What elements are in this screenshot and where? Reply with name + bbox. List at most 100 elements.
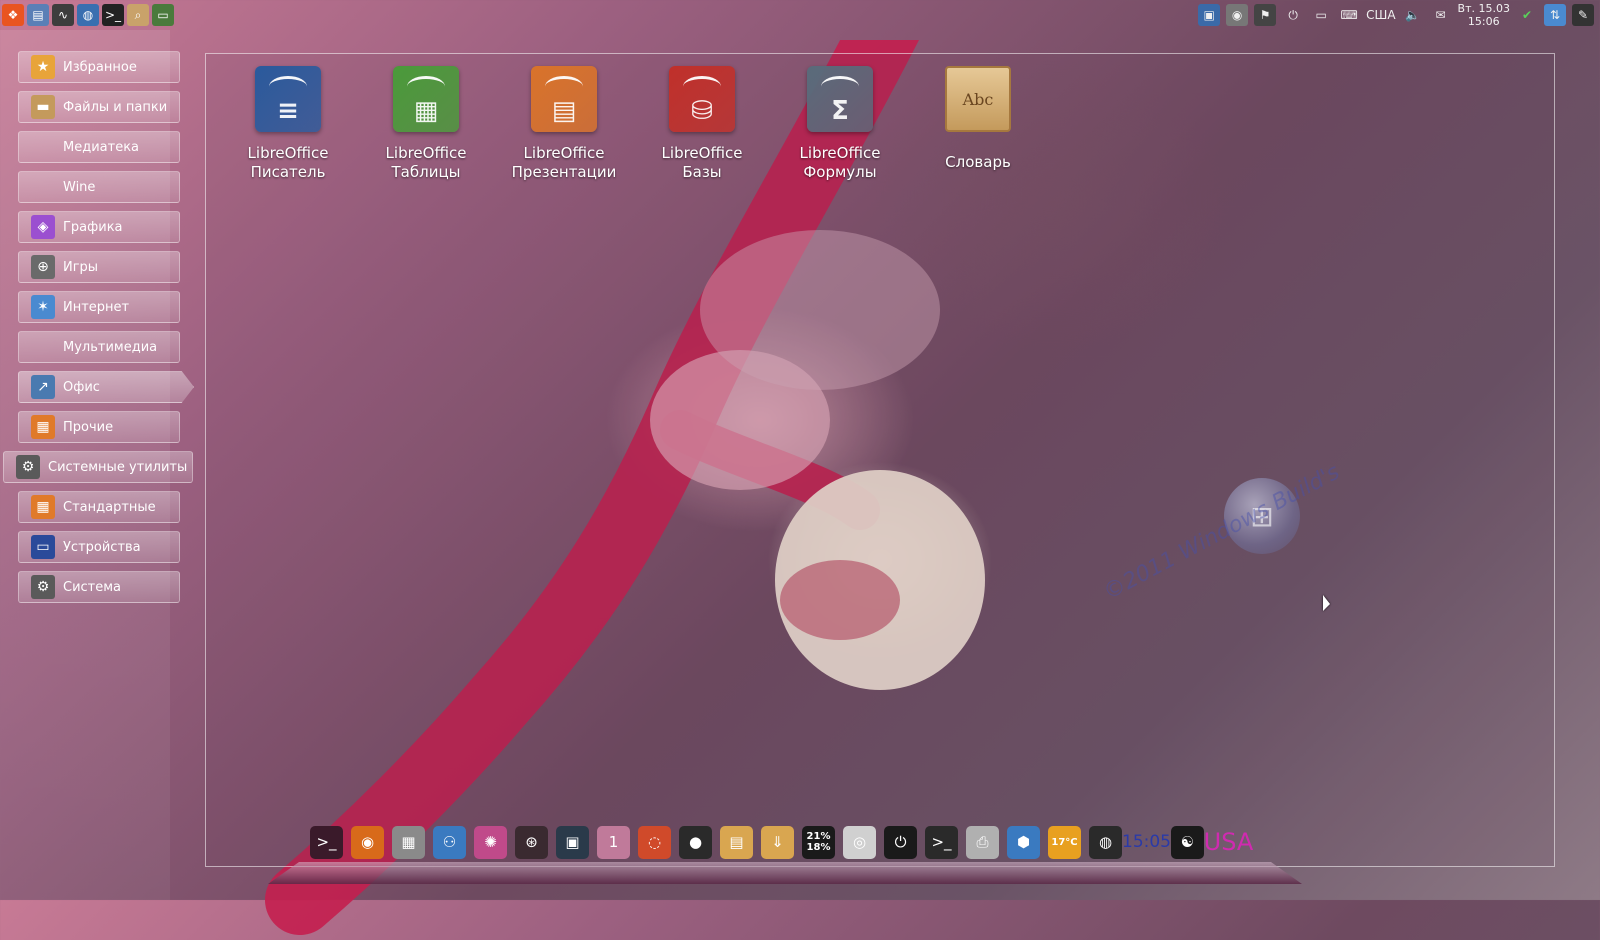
category-item[interactable]: ⚙ Система xyxy=(18,571,180,603)
color-wheel-icon[interactable]: ✺ xyxy=(474,825,507,859)
app-label-line2: Презентации xyxy=(511,163,617,181)
app-launcher[interactable]: Σ LibreOffice Формулы xyxy=(770,66,910,182)
printer-icon[interactable]: ⎙ xyxy=(966,825,999,859)
app-label: Словарь xyxy=(945,153,1011,171)
app-label: LibreOffice Базы xyxy=(632,144,772,182)
calculator-icon[interactable]: ▦ xyxy=(392,825,425,859)
power-icon[interactable]: ⏻ xyxy=(884,825,917,859)
keyboard-icon[interactable]: ⌨ xyxy=(1338,4,1360,26)
app-launcher[interactable]: Abc Словарь xyxy=(908,66,1048,172)
disc-icon[interactable]: ◎ xyxy=(843,825,876,859)
digital-clock-icon[interactable]: 15:05 xyxy=(1122,826,1171,859)
webcam-icon[interactable]: ◉ xyxy=(1226,4,1249,26)
category-label: Wine xyxy=(63,179,96,195)
workspace-switcher-icon[interactable]: ▣ xyxy=(1198,4,1221,26)
mail-icon[interactable]: ✉ xyxy=(1430,4,1452,26)
category-label: Графика xyxy=(63,219,123,235)
app-label-line2: Таблицы xyxy=(391,163,461,181)
app-label-line2: Базы xyxy=(682,163,722,181)
category-item[interactable]: Wine xyxy=(18,171,180,203)
panel-launchers: ❖ ▤ ∿ ◍ >_ ⌕ ▭ xyxy=(0,4,174,26)
category-item[interactable]: ▭ Устройства xyxy=(18,531,180,563)
category-item[interactable]: ◈ Графика xyxy=(18,211,180,243)
weather-sun-icon-text: 17°C xyxy=(1051,836,1078,848)
speaker-icon[interactable]: ◍ xyxy=(1089,825,1122,859)
terminal-prompt-icon[interactable]: >_ xyxy=(310,825,343,859)
category-menu: ★ Избранное ▬ Файлы и папки Медиатека Wine ◈ Гр… xyxy=(0,30,194,900)
yin-yang-icon[interactable]: ☯ xyxy=(1171,825,1204,859)
clock-date: Вт. 15.03 xyxy=(1457,2,1510,15)
terminal-icon[interactable]: >_ xyxy=(102,4,124,26)
category-item[interactable]: ⊕ Игры xyxy=(18,251,180,283)
app-launcher[interactable]: ▦ LibreOffice Таблицы xyxy=(356,66,496,182)
file-search-icon[interactable]: ⌕ xyxy=(127,4,149,26)
downloads-folder-icon[interactable]: ⇓ xyxy=(761,825,794,859)
network-icon: ✶ xyxy=(31,295,55,319)
category-item[interactable]: ▦ Стандартные xyxy=(18,491,180,523)
window-switcher-icon[interactable]: ▣ xyxy=(556,825,589,859)
app-label-line1: LibreOffice xyxy=(247,144,329,162)
app-label: LibreOffice Презентации xyxy=(494,144,634,182)
category-label: Мультимедиа xyxy=(63,339,158,355)
browser-globe-icon[interactable]: ◍ xyxy=(77,4,99,26)
volume-icon[interactable]: 🔈 xyxy=(1402,4,1424,26)
category-item[interactable]: ▬ Файлы и папки xyxy=(18,91,180,123)
workspace-icon[interactable]: 1 xyxy=(597,825,630,859)
app-label: LibreOffice Таблицы xyxy=(356,144,496,182)
network-icon[interactable]: ⇅ xyxy=(1544,4,1566,26)
category-item[interactable]: ▦ Прочие xyxy=(18,411,180,443)
console-icon[interactable]: >_ xyxy=(925,825,958,859)
app-launcher[interactable]: ≡ LibreOffice Писатель xyxy=(218,66,358,182)
aperture-icon[interactable]: ⊛ xyxy=(515,825,548,859)
category-icon-placeholder xyxy=(31,175,55,199)
app-launcher[interactable]: ⛁ LibreOffice Базы xyxy=(632,66,772,182)
accessories-icon: ▦ xyxy=(31,495,55,519)
category-label: Системные утилиты xyxy=(48,459,188,475)
digital-clock-icon-text: 15:05 xyxy=(1122,832,1171,852)
category-label: Офис xyxy=(63,379,100,395)
firefox-icon[interactable]: ◉ xyxy=(351,825,384,859)
weather-sun-icon[interactable]: 17°C xyxy=(1048,825,1081,859)
misc-grid-icon: ▦ xyxy=(31,415,55,439)
category-item[interactable]: ↗ Офис xyxy=(18,371,194,403)
app-label-line1: LibreOffice xyxy=(385,144,467,162)
documents-folder-icon[interactable]: ▤ xyxy=(720,825,753,859)
ubuntu-logo-icon[interactable]: ❖ xyxy=(2,4,24,26)
app-launcher[interactable]: ▤ LibreOffice Презентации xyxy=(494,66,634,182)
panel-clock[interactable]: Вт. 15.03 15:06 xyxy=(1458,2,1510,28)
system-monitor-icon[interactable]: ▤ xyxy=(27,4,49,26)
category-item[interactable]: Мультимедиа xyxy=(18,331,180,363)
libreoffice-math-icon: Σ xyxy=(807,66,873,132)
power-icon[interactable]: ⏻ xyxy=(1282,4,1304,26)
app-label-line1: LibreOffice xyxy=(799,144,881,162)
monitor-icon: ▭ xyxy=(31,535,55,559)
bluetooth-flag-icon[interactable]: ⚑ xyxy=(1254,4,1277,26)
cpu-meter-icon[interactable]: 21% 18% xyxy=(802,825,835,859)
dock-shelf xyxy=(268,862,1302,884)
display-icon[interactable]: ▭ xyxy=(1310,4,1332,26)
penguin-icon[interactable]: ● xyxy=(679,825,712,859)
star-icon: ★ xyxy=(31,55,55,79)
system-tools-icon: ⚙ xyxy=(16,455,40,479)
activity-graph-icon[interactable]: ∿ xyxy=(52,4,74,26)
users-icon[interactable]: ⚇ xyxy=(433,825,466,859)
keyboard-layout-indicator[interactable]: США xyxy=(1366,8,1395,22)
update-shield-icon[interactable]: ✔ xyxy=(1516,4,1538,26)
office-chart-icon: ↗ xyxy=(31,375,55,399)
display-settings-icon[interactable]: ▭ xyxy=(152,4,174,26)
category-item[interactable]: ⚙ Системные утилиты xyxy=(3,451,193,483)
package-box-icon[interactable]: ⬢ xyxy=(1007,825,1040,859)
ubuntu-ring-icon[interactable]: ◌ xyxy=(638,825,671,859)
category-label: Игры xyxy=(63,259,99,275)
application-grid: ≡ LibreOffice Писатель ▦ LibreOffice Таблицы ▤… xyxy=(205,53,1555,867)
gamepad-icon: ⊕ xyxy=(31,255,55,279)
app-label: LibreOffice Формулы xyxy=(770,144,910,182)
keyboard-layout-icon[interactable]: USA xyxy=(1204,826,1254,859)
category-item[interactable]: ✶ Интернет xyxy=(18,291,180,323)
keyboard-layout-icon-text: USA xyxy=(1203,828,1254,856)
category-icon-placeholder xyxy=(31,335,55,359)
category-item[interactable]: ★ Избранное xyxy=(18,51,180,83)
category-item[interactable]: Медиатека xyxy=(18,131,180,163)
top-panel: ❖ ▤ ∿ ◍ >_ ⌕ ▭ ▣ ◉ ⚑ ⏻ ▭ ⌨ США 🔈 ✉ Вт. 15.03 1… xyxy=(0,0,1600,30)
pen-tool-icon[interactable]: ✎ xyxy=(1572,4,1594,26)
